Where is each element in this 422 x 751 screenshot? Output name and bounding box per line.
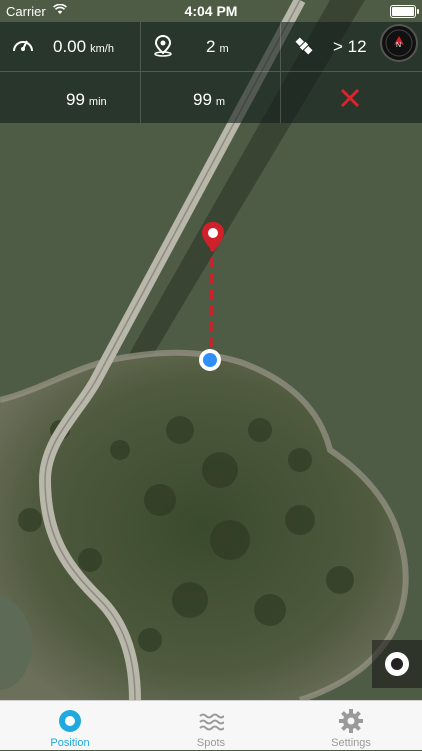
tab-label: Spots xyxy=(196,737,226,749)
target-pin-icon[interactable] xyxy=(200,220,226,254)
tab-position[interactable]: Position xyxy=(0,701,140,751)
tab-label: Settings xyxy=(331,737,371,749)
speed-cell: 0.00 km/h xyxy=(0,22,141,72)
close-icon[interactable] xyxy=(340,88,360,108)
time-to-target-value: 99 min xyxy=(66,90,107,109)
satellites-value: > 12 xyxy=(333,37,367,56)
distance-to-target-value: 99 m xyxy=(193,90,226,109)
clock: 4:04 PM xyxy=(184,3,238,19)
speed-value: 0.00 km/h xyxy=(53,37,114,56)
metrics-panel: 0.00 km/h 2m > 12 99 min 99 m xyxy=(0,22,422,123)
gear-icon xyxy=(339,709,363,733)
location-pin-icon xyxy=(154,35,172,57)
speedometer-icon xyxy=(13,40,33,52)
center-location-button[interactable] xyxy=(372,640,422,688)
accuracy-cell: 2m xyxy=(141,22,281,72)
position-icon xyxy=(59,710,81,732)
time-to-target-cell: 99 min xyxy=(0,72,141,123)
current-location-dot xyxy=(199,349,221,371)
status-bar: Carrier 4:04 PM xyxy=(0,0,422,22)
compass-icon[interactable]: N xyxy=(380,24,418,62)
tab-label: Position xyxy=(50,737,90,749)
waves-icon xyxy=(199,713,224,731)
satellite-icon xyxy=(295,37,313,55)
tab-spots[interactable]: Spots xyxy=(141,701,281,751)
locate-icon xyxy=(385,652,409,676)
accuracy-value: 2m xyxy=(206,37,229,56)
tab-bar: Position Spots Settings xyxy=(0,700,422,750)
battery-icon xyxy=(390,5,419,18)
clear-target-cell[interactable] xyxy=(281,72,422,123)
compass-heading: N xyxy=(396,42,401,49)
distance-to-target-cell: 99 m xyxy=(141,72,281,123)
tab-settings[interactable]: Settings xyxy=(281,701,421,751)
